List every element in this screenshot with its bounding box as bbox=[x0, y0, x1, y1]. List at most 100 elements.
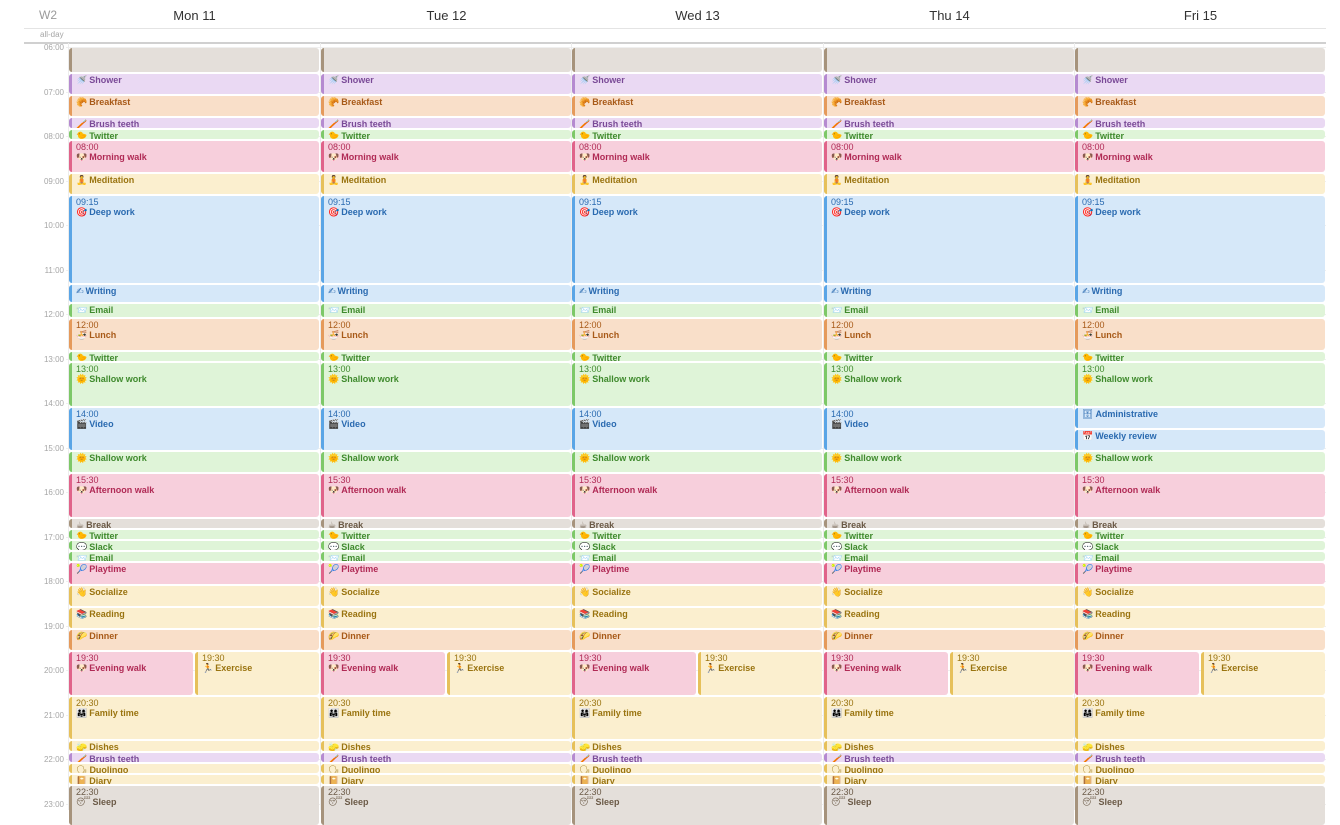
event-twitter[interactable]: 🐤 Twitter bbox=[321, 530, 571, 540]
event-email[interactable]: 📨 Email bbox=[572, 303, 822, 317]
event-exercise[interactable]: 19:30 🏃 Exercise bbox=[950, 652, 1074, 695]
event-brush-teeth[interactable]: 🪥 Brush teeth bbox=[1075, 752, 1325, 762]
event-blocked[interactable] bbox=[824, 48, 1074, 72]
event-blocked[interactable] bbox=[321, 48, 571, 72]
event-twitter[interactable]: 🐤 Twitter bbox=[824, 530, 1074, 540]
event-lunch[interactable]: 12:00 🍜 Lunch bbox=[572, 318, 822, 351]
event-twitter[interactable]: 🐤 Twitter bbox=[1075, 352, 1325, 362]
event-writing[interactable]: ✍ Writing bbox=[824, 285, 1074, 302]
week-number[interactable]: W2 bbox=[30, 8, 66, 22]
day-header-wed[interactable]: Wed 13 bbox=[572, 8, 823, 23]
event-writing[interactable]: ✍ Writing bbox=[69, 285, 319, 302]
event-family-time[interactable]: 20:30 👨‍👩‍👧 Family time bbox=[1075, 696, 1325, 740]
event-duolingo[interactable]: 🗣 Duolingo bbox=[824, 763, 1074, 773]
event-twitter[interactable]: 🐤 Twitter bbox=[1075, 530, 1325, 540]
event-dishes[interactable]: 🧽 Dishes bbox=[572, 741, 822, 751]
event-shallow-work[interactable]: 🌞 Shallow work bbox=[321, 452, 571, 473]
event-reading[interactable]: 📚 Reading bbox=[572, 607, 822, 629]
event-brush-teeth[interactable]: 🪥 Brush teeth bbox=[824, 118, 1074, 128]
event-video[interactable]: 14:00 🎬 Video bbox=[824, 407, 1074, 451]
event-family-time[interactable]: 20:30 👨‍👩‍👧 Family time bbox=[824, 696, 1074, 740]
event-sleep[interactable]: 22:30 😴 Sleep bbox=[1075, 785, 1325, 825]
event-dinner[interactable]: 🌮 Dinner bbox=[321, 630, 571, 651]
event-duolingo[interactable]: 🗣 Duolingo bbox=[69, 763, 319, 773]
event-playtime[interactable]: 🎾 Playtime bbox=[1075, 563, 1325, 584]
event-morning-walk[interactable]: 08:00 🐶 Morning walk bbox=[321, 140, 571, 173]
event-breakfast[interactable]: 🥐 Breakfast bbox=[69, 96, 319, 117]
event-exercise[interactable]: 19:30 🏃 Exercise bbox=[1201, 652, 1325, 695]
event-shallow-work[interactable]: 🌞 Shallow work bbox=[824, 452, 1074, 473]
event-sleep[interactable]: 22:30 😴 Sleep bbox=[572, 785, 822, 825]
event-duolingo[interactable]: 🗣 Duolingo bbox=[321, 763, 571, 773]
event-socialize[interactable]: 👋 Socialize bbox=[69, 585, 319, 606]
event-deep-work[interactable]: 09:15 🎯 Deep work bbox=[572, 196, 822, 284]
event-slack[interactable]: 💬 Slack bbox=[321, 541, 571, 551]
event-morning-walk[interactable]: 08:00 🐶 Morning walk bbox=[824, 140, 1074, 173]
event-shallow-work[interactable]: 13:00 🌞 Shallow work bbox=[824, 363, 1074, 406]
event-break[interactable]: ☕ Break bbox=[572, 518, 822, 529]
event-evening-walk[interactable]: 19:30 🐶 Evening walk bbox=[572, 652, 696, 695]
event-reading[interactable]: 📚 Reading bbox=[824, 607, 1074, 629]
event-diary[interactable]: 📔 Diary bbox=[1075, 774, 1325, 784]
event-family-time[interactable]: 20:30 👨‍👩‍👧 Family time bbox=[321, 696, 571, 740]
event-twitter[interactable]: 🐤 Twitter bbox=[69, 129, 319, 139]
event-duolingo[interactable]: 🗣 Duolingo bbox=[572, 763, 822, 773]
event-afternoon-walk[interactable]: 15:30 🐶 Afternoon walk bbox=[572, 474, 822, 517]
event-lunch[interactable]: 12:00 🍜 Lunch bbox=[824, 318, 1074, 351]
event-evening-walk[interactable]: 19:30 🐶 Evening walk bbox=[824, 652, 948, 695]
event-brush-teeth[interactable]: 🪥 Brush teeth bbox=[1075, 118, 1325, 128]
event-video[interactable]: 14:00 🎬 Video bbox=[321, 407, 571, 451]
event-breakfast[interactable]: 🥐 Breakfast bbox=[824, 96, 1074, 117]
day-header-fri[interactable]: Fri 15 bbox=[1075, 8, 1326, 23]
event-break[interactable]: ☕ Break bbox=[1075, 518, 1325, 529]
event-blocked[interactable] bbox=[572, 48, 822, 72]
event-brush-teeth[interactable]: 🪥 Brush teeth bbox=[572, 752, 822, 762]
event-dishes[interactable]: 🧽 Dishes bbox=[824, 741, 1074, 751]
event-writing[interactable]: ✍ Writing bbox=[321, 285, 571, 302]
event-morning-walk[interactable]: 08:00 🐶 Morning walk bbox=[1075, 140, 1325, 173]
event-slack[interactable]: 💬 Slack bbox=[1075, 541, 1325, 551]
event-family-time[interactable]: 20:30 👨‍👩‍👧 Family time bbox=[69, 696, 319, 740]
event-evening-walk[interactable]: 19:30 🐶 Evening walk bbox=[69, 652, 193, 695]
event-deep-work[interactable]: 09:15 🎯 Deep work bbox=[321, 196, 571, 284]
event-afternoon-walk[interactable]: 15:30 🐶 Afternoon walk bbox=[321, 474, 571, 517]
event-meditation[interactable]: 🧘 Meditation bbox=[1075, 174, 1325, 195]
event-evening-walk[interactable]: 19:30 🐶 Evening walk bbox=[1075, 652, 1199, 695]
time-grid[interactable]: 06:00 07:00 08:00 09:00 10:00 11:00 12:00 13:00… bbox=[0, 43, 1340, 825]
event-meditation[interactable]: 🧘 Meditation bbox=[321, 174, 571, 195]
event-blocked[interactable] bbox=[69, 48, 319, 72]
event-brush-teeth[interactable]: 🪥 Brush teeth bbox=[572, 118, 822, 128]
event-playtime[interactable]: 🎾 Playtime bbox=[321, 563, 571, 584]
event-reading[interactable]: 📚 Reading bbox=[321, 607, 571, 629]
event-brush-teeth[interactable]: 🪥 Brush teeth bbox=[69, 118, 319, 128]
event-reading[interactable]: 📚 Reading bbox=[1075, 607, 1325, 629]
event-meditation[interactable]: 🧘 Meditation bbox=[572, 174, 822, 195]
event-writing[interactable]: ✍ Writing bbox=[1075, 285, 1325, 302]
event-shower[interactable]: 🚿 Shower bbox=[572, 73, 822, 95]
event-diary[interactable]: 📔 Diary bbox=[824, 774, 1074, 784]
event-socialize[interactable]: 👋 Socialize bbox=[1075, 585, 1325, 606]
event-socialize[interactable]: 👋 Socialize bbox=[572, 585, 822, 606]
event-twitter[interactable]: 🐤 Twitter bbox=[69, 352, 319, 362]
event-weekly-review[interactable]: 📅 Weekly review bbox=[1075, 429, 1325, 451]
event-morning-walk[interactable]: 08:00 🐶 Morning walk bbox=[572, 140, 822, 173]
event-brush-teeth[interactable]: 🪥 Brush teeth bbox=[321, 752, 571, 762]
event-writing[interactable]: ✍ Writing bbox=[572, 285, 822, 302]
event-evening-walk[interactable]: 19:30 🐶 Evening walk bbox=[321, 652, 445, 695]
event-shallow-work[interactable]: 🌞 Shallow work bbox=[1075, 452, 1325, 473]
event-lunch[interactable]: 12:00 🍜 Lunch bbox=[69, 318, 319, 351]
event-shallow-work[interactable]: 13:00 🌞 Shallow work bbox=[1075, 363, 1325, 406]
event-twitter[interactable]: 🐤 Twitter bbox=[321, 352, 571, 362]
event-slack[interactable]: 💬 Slack bbox=[572, 541, 822, 551]
event-administrative[interactable]: 🗄 Administrative bbox=[1075, 407, 1325, 428]
event-shower[interactable]: 🚿 Shower bbox=[321, 73, 571, 95]
event-socialize[interactable]: 👋 Socialize bbox=[824, 585, 1074, 606]
day-header-mon[interactable]: Mon 11 bbox=[69, 8, 320, 23]
event-twitter[interactable]: 🐤 Twitter bbox=[69, 530, 319, 540]
event-shallow-work[interactable]: 13:00 🌞 Shallow work bbox=[572, 363, 822, 406]
event-exercise[interactable]: 19:30 🏃 Exercise bbox=[698, 652, 822, 695]
event-breakfast[interactable]: 🥐 Breakfast bbox=[1075, 96, 1325, 117]
event-sleep[interactable]: 22:30 😴 Sleep bbox=[824, 785, 1074, 825]
event-exercise[interactable]: 19:30 🏃 Exercise bbox=[447, 652, 571, 695]
event-email[interactable]: 📨 Email bbox=[572, 552, 822, 562]
